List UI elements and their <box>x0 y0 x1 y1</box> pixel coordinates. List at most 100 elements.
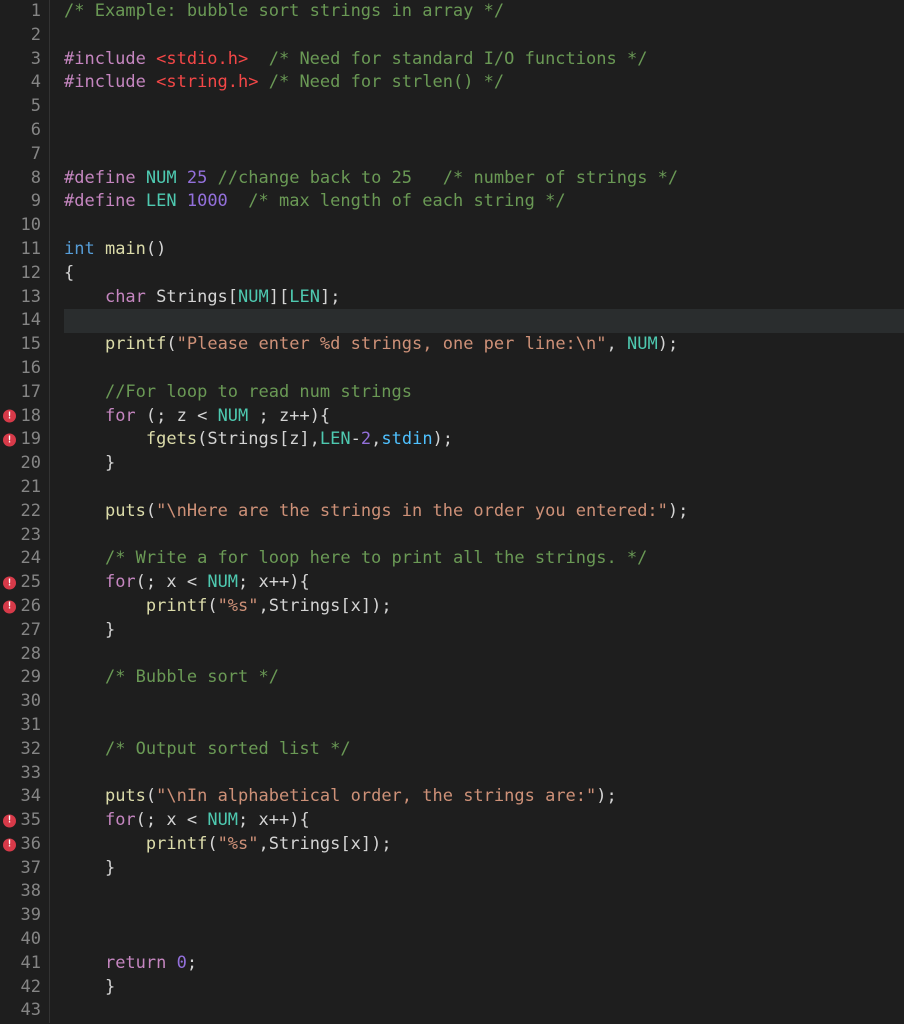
code-line[interactable]: int main() <box>64 238 904 262</box>
code-line[interactable]: #define NUM 25 //change back to 25 /* nu… <box>64 167 904 191</box>
code-line[interactable]: { <box>64 262 904 286</box>
code-line[interactable] <box>64 214 904 238</box>
code-line[interactable]: } <box>64 976 904 1000</box>
code-line[interactable]: #define LEN 1000 /* max length of each s… <box>64 190 904 214</box>
token: "%s" <box>218 834 259 854</box>
token <box>248 49 268 69</box>
code-line[interactable] <box>64 643 904 667</box>
code-line[interactable]: #include <string.h> /* Need for strlen()… <box>64 71 904 95</box>
token: /* Output sorted list */ <box>105 739 351 759</box>
token: } <box>64 620 115 640</box>
token: - <box>351 429 361 449</box>
error-icon[interactable] <box>3 434 16 447</box>
token <box>64 953 105 973</box>
code-line[interactable]: printf("%s",Strings[x]); <box>64 595 904 619</box>
line-number: 8 <box>0 167 49 191</box>
token: for <box>105 810 136 830</box>
code-line[interactable]: /* Bubble sort */ <box>64 666 904 690</box>
code-line[interactable] <box>64 999 904 1023</box>
token: ; z++){ <box>248 406 330 426</box>
token: puts <box>105 501 146 521</box>
token <box>64 501 105 521</box>
token: //For loop to read num strings <box>105 382 412 402</box>
code-line[interactable]: } <box>64 452 904 476</box>
code-line[interactable]: for(; x < NUM; x++){ <box>64 571 904 595</box>
line-number: 43 <box>0 999 49 1023</box>
code-line[interactable] <box>64 880 904 904</box>
token: } <box>64 977 115 997</box>
code-line[interactable]: //For loop to read num strings <box>64 381 904 405</box>
token: "\nIn alphabetical order, the strings ar… <box>156 786 596 806</box>
token: 1000 <box>187 191 228 211</box>
code-line[interactable]: printf("%s",Strings[x]); <box>64 833 904 857</box>
code-line[interactable]: /* Output sorted list */ <box>64 738 904 762</box>
code-line[interactable]: } <box>64 619 904 643</box>
token: #define <box>64 191 146 211</box>
token: /* max length of each string */ <box>248 191 565 211</box>
code-line[interactable]: char Strings[NUM][LEN]; <box>64 286 904 310</box>
line-number: 22 <box>0 500 49 524</box>
token: puts <box>105 786 146 806</box>
code-area[interactable]: /* Example: bubble sort strings in array… <box>50 0 904 1023</box>
token: () <box>146 239 166 259</box>
token <box>64 429 146 449</box>
code-line[interactable]: fgets(Strings[z],LEN-2,stdin); <box>64 428 904 452</box>
code-line[interactable] <box>64 24 904 48</box>
error-icon[interactable] <box>3 600 16 613</box>
code-line[interactable]: puts("\nHere are the strings in the orde… <box>64 500 904 524</box>
token: for <box>105 572 136 592</box>
line-number: 14 <box>0 309 49 333</box>
line-number: 5 <box>0 95 49 119</box>
code-line[interactable] <box>64 119 904 143</box>
code-line[interactable] <box>64 524 904 548</box>
token: NUM <box>627 334 658 354</box>
token <box>64 739 105 759</box>
token: (; x < <box>136 810 208 830</box>
token: ,Strings[x]); <box>259 834 392 854</box>
token: Strings[ <box>146 287 238 307</box>
code-line[interactable] <box>64 143 904 167</box>
code-line[interactable] <box>64 714 904 738</box>
code-line[interactable] <box>64 690 904 714</box>
line-number: 2 <box>0 24 49 48</box>
code-line[interactable]: puts("\nIn alphabetical order, the strin… <box>64 785 904 809</box>
code-line[interactable] <box>64 762 904 786</box>
token: /* Need for strlen() */ <box>269 72 504 92</box>
error-icon[interactable] <box>3 410 16 423</box>
code-line[interactable]: printf("Please enter %d strings, one per… <box>64 333 904 357</box>
code-line[interactable]: #include <stdio.h> /* Need for standard … <box>64 48 904 72</box>
token: fgets <box>146 429 197 449</box>
code-line[interactable]: /* Example: bubble sort strings in array… <box>64 0 904 24</box>
line-number: 4 <box>0 71 49 95</box>
code-line[interactable]: for(; x < NUM; x++){ <box>64 809 904 833</box>
token: 25 <box>187 168 207 188</box>
token <box>64 667 105 687</box>
line-number: 23 <box>0 524 49 548</box>
code-line[interactable]: for (; z < NUM ; z++){ <box>64 405 904 429</box>
code-line[interactable]: } <box>64 857 904 881</box>
error-icon[interactable] <box>3 814 16 827</box>
code-line[interactable] <box>64 476 904 500</box>
code-line[interactable]: /* Write a for loop here to print all th… <box>64 547 904 571</box>
line-number: 28 <box>0 643 49 667</box>
token: NUM <box>238 287 269 307</box>
token: } <box>64 858 115 878</box>
code-editor[interactable]: 1234567891011121314151617181920212223242… <box>0 0 904 1023</box>
token <box>64 596 146 616</box>
code-line[interactable] <box>64 95 904 119</box>
token: printf <box>105 334 166 354</box>
token: NUM <box>207 572 238 592</box>
token: , <box>371 429 381 449</box>
code-line[interactable] <box>64 904 904 928</box>
line-number: 32 <box>0 738 49 762</box>
token: LEN <box>289 287 320 307</box>
error-icon[interactable] <box>3 577 16 590</box>
code-line[interactable] <box>64 309 904 333</box>
line-number: 42 <box>0 976 49 1000</box>
token <box>228 191 248 211</box>
code-line[interactable] <box>64 357 904 381</box>
token: /* Example: bubble sort strings in array… <box>64 1 504 21</box>
code-line[interactable]: return 0; <box>64 952 904 976</box>
code-line[interactable] <box>64 928 904 952</box>
error-icon[interactable] <box>3 838 16 851</box>
